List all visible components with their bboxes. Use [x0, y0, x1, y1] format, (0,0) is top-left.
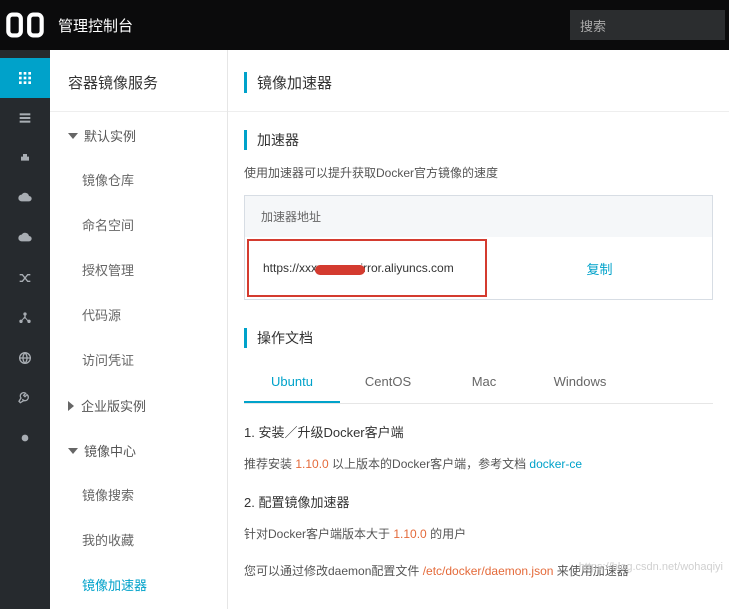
sidebar-item-accelerator[interactable]: 镜像加速器	[50, 562, 227, 607]
tab-centos[interactable]: CentOS	[340, 362, 436, 403]
accelerator-address-label: 加速器地址	[245, 196, 712, 237]
copy-button[interactable]: 复制	[487, 237, 712, 299]
tab-windows[interactable]: Windows	[532, 362, 628, 403]
icon-rail	[0, 50, 50, 609]
tab-mac[interactable]: Mac	[436, 362, 532, 403]
sidebar-item-auth[interactable]: 授权管理	[50, 247, 227, 292]
sidebar-item-search[interactable]: 镜像搜索	[50, 472, 227, 517]
section-docs-title: 操作文档	[244, 328, 713, 348]
caret-down-icon	[68, 133, 78, 139]
search-input[interactable]: 搜索	[570, 10, 725, 40]
redaction-mark	[315, 265, 365, 275]
doc-recommend: 推荐安装 1.10.0 以上版本的Docker客户端，参考文档 docker-c…	[244, 455, 713, 472]
brand-logo[interactable]	[0, 0, 50, 50]
sidebar-group-center[interactable]: 镜像中心	[50, 427, 227, 472]
nav-apps-icon[interactable]	[0, 58, 50, 98]
docker-ce-link[interactable]: docker-ce	[529, 457, 582, 471]
nav-circle-icon[interactable]	[0, 418, 50, 458]
accelerator-desc: 使用加速器可以提升获取Docker官方镜像的速度	[244, 164, 713, 181]
doc-step1: 1. 安装／升级Docker客户端	[244, 422, 713, 441]
docs-tabs: Ubuntu CentOS Mac Windows	[244, 362, 713, 404]
doc-cfg-line2: 您可以通过修改daemon配置文件 /etc/docker/daemon.jso…	[244, 562, 713, 579]
nav-cloud-icon[interactable]	[0, 178, 50, 218]
sidebar-group-enterprise[interactable]: 企业版实例	[50, 382, 227, 427]
nav-network-icon[interactable]	[0, 298, 50, 338]
nav-db-icon[interactable]	[0, 98, 50, 138]
daemon-json-path: /etc/docker/daemon.json	[423, 564, 554, 578]
page-title: 镜像加速器	[244, 72, 713, 93]
sidebar: 容器镜像服务 默认实例 镜像仓库 命名空间 授权管理 代码源 访问凭证 企业版实…	[50, 50, 228, 609]
doc-step2: 2. 配置镜像加速器	[244, 492, 713, 511]
caret-right-icon	[68, 401, 74, 411]
console-title: 管理控制台	[50, 15, 133, 36]
sidebar-item-source[interactable]: 代码源	[50, 292, 227, 337]
sidebar-item-repos[interactable]: 镜像仓库	[50, 157, 227, 202]
tab-ubuntu[interactable]: Ubuntu	[244, 362, 340, 403]
doc-cfg-line1: 针对Docker客户端版本大于 1.10.0 的用户	[244, 525, 713, 542]
nav-shuffle-icon[interactable]	[0, 258, 50, 298]
accelerator-address-value: https://xxxxxxxx.mirror.aliyuncs.com	[263, 261, 471, 275]
nav-cloud2-icon[interactable]	[0, 218, 50, 258]
nav-ecs-icon[interactable]	[0, 138, 50, 178]
sidebar-group-default[interactable]: 默认实例	[50, 112, 227, 157]
caret-down-icon	[68, 448, 78, 454]
nav-tool-icon[interactable]	[0, 378, 50, 418]
content: 镜像加速器 加速器 使用加速器可以提升获取Docker官方镜像的速度 加速器地址…	[228, 50, 729, 609]
nav-globe-icon[interactable]	[0, 338, 50, 378]
accelerator-highlight: https://xxxxxxxx.mirror.aliyuncs.com	[247, 239, 487, 297]
accelerator-address-box: 加速器地址 https://xxxxxxxx.mirror.aliyuncs.c…	[244, 195, 713, 300]
sidebar-service-title: 容器镜像服务	[50, 50, 227, 112]
sidebar-item-favorites[interactable]: 我的收藏	[50, 517, 227, 562]
sidebar-item-credentials[interactable]: 访问凭证	[50, 337, 227, 382]
sidebar-item-namespaces[interactable]: 命名空间	[50, 202, 227, 247]
version-text: 1.10.0	[295, 457, 328, 471]
section-accelerator-title: 加速器	[244, 130, 713, 150]
top-bar: 管理控制台 搜索	[0, 0, 729, 50]
